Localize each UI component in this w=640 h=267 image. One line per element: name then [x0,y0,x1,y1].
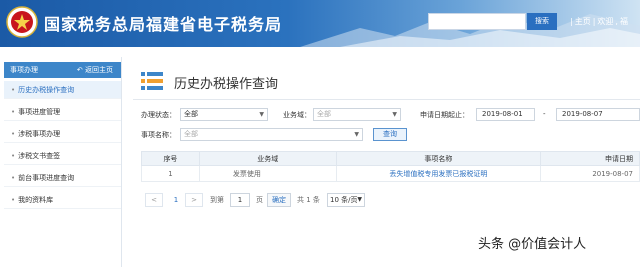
date-to-input[interactable]: 2019-08-07 [556,108,640,121]
status-select[interactable]: 全部 ▼ [180,108,268,121]
business-label: 业务域： [283,111,311,119]
chevron-down-icon: ▼ [392,111,397,118]
cell-date: 2019-08-07 [540,165,640,182]
welcome-text: 欢迎 [597,17,614,26]
date-range-label: 申请日期起止： [420,111,469,119]
watermark: 头条 @价值会计人 [478,237,587,252]
search-input[interactable] [428,13,526,30]
page-unit-label: 页 [256,196,263,204]
sidebar-item-tax-documents[interactable]: • 涉税文书查签 [4,147,121,165]
header-banner: 国家税务总局福建省电子税务局 搜索 | 主页 | 欢迎, 福 [0,0,640,47]
goto-label: 到第 [210,196,224,204]
column-header-item: 事项名称 [335,151,542,166]
tax-bureau-logo-icon [6,6,38,38]
cell-business: 发票使用 [198,165,337,182]
sidebar-title: 事项办理 [10,66,38,74]
site-title: 国家税务总局福建省电子税务局 [44,15,283,34]
page-title: 历史办税操作查询 [174,77,279,92]
home-link[interactable]: 主页 [575,17,591,26]
column-header-date: 申请日期 [540,151,640,166]
column-header-index: 序号 [141,151,200,166]
page-size-select[interactable]: 10 条/页 ▼ [327,193,365,207]
column-header-business: 业务域 [198,151,337,166]
top-links: | 主页 | 欢迎, 福 [570,17,628,26]
goto-page-input[interactable]: 1 [230,193,250,207]
status-label: 办理状态： [141,111,176,119]
query-button[interactable]: 查询 [373,128,407,141]
divider [133,99,640,100]
sidebar-item-progress-manage[interactable]: • 事项进度管理 [4,103,121,121]
current-page[interactable]: 1 [171,193,181,207]
chevron-down-icon: ▼ [357,196,362,203]
search-button[interactable]: 搜索 [527,13,557,30]
history-table: 序号 业务域 事项名称 申请日期 1 发票使用 丢失增值税专用发票已报税证明 2… [141,151,640,182]
list-document-icon [141,72,163,90]
table-row[interactable]: 1 发票使用 丢失增值税专用发票已报税证明 2019-08-07 [141,165,640,182]
cell-item[interactable]: 丢失增值税专用发票已报税证明 [335,165,542,182]
sidebar-item-tax-matters[interactable]: • 涉税事项办理 [4,125,121,143]
sidebar-item-history-query[interactable]: • 历史办税操作查询 [4,81,121,99]
item-name-label: 事项名称： [141,131,176,139]
table-header-row: 序号 业务域 事项名称 申请日期 [141,151,640,166]
chevron-down-icon: ▼ [354,131,359,138]
return-arrow-icon: ↶ [76,66,85,74]
cell-index: 1 [141,165,200,182]
confirm-button[interactable]: 确定 [267,193,291,207]
user-name[interactable]: 福 [620,17,628,26]
sidebar: 事项办理 ↶ 返回主页 • 历史办税操作查询 • 事项进度管理 • 涉税事项办理 • 涉… [0,57,122,267]
sidebar-item-my-library[interactable]: • 我的资料库 [4,191,121,209]
total-count: 共 1 条 [297,196,320,204]
next-page-button[interactable]: > [185,193,203,207]
sidebar-header: 事项办理 ↶ 返回主页 [4,62,121,78]
prev-page-button[interactable]: < [145,193,163,207]
date-separator: - [543,110,546,118]
date-from-input[interactable]: 2019-08-01 [476,108,535,121]
business-select[interactable]: 全部 ▼ [313,108,401,121]
sidebar-item-front-desk-query[interactable]: • 前台事项进度查询 [4,169,121,187]
chevron-down-icon: ▼ [259,111,264,118]
back-home-link[interactable]: ↶ 返回主页 [77,62,113,78]
item-name-select[interactable]: 全部 ▼ [180,128,363,141]
